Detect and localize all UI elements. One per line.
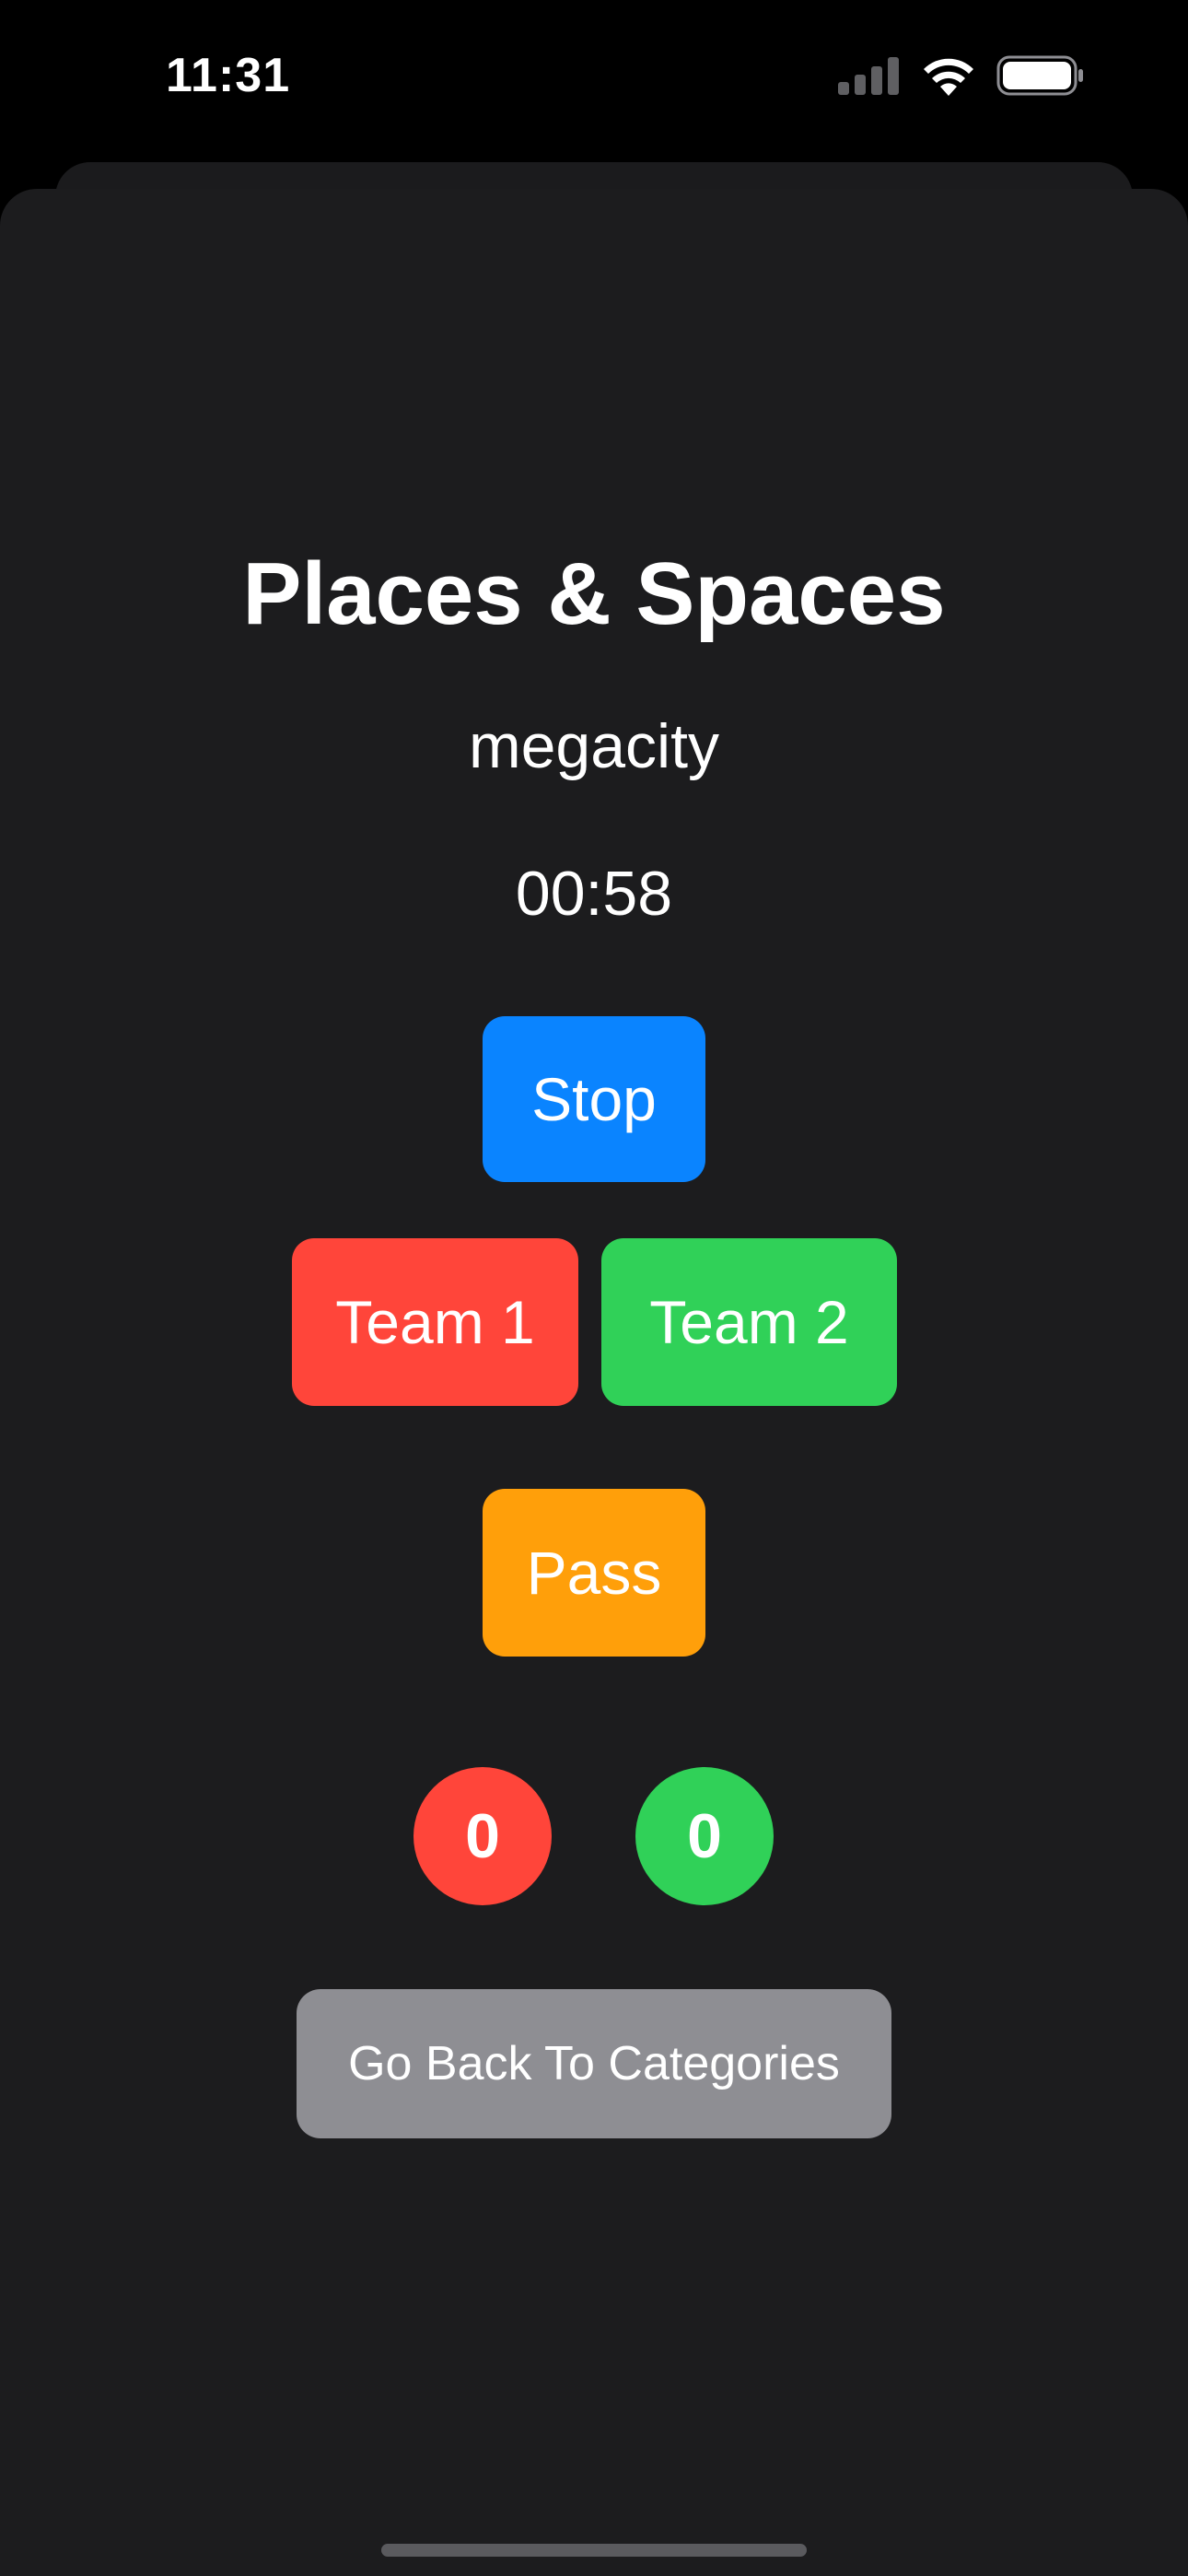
cellular-signal-icon: [838, 56, 901, 95]
team2-button[interactable]: Team 2: [601, 1238, 897, 1406]
pass-button[interactable]: Pass: [483, 1489, 705, 1657]
pass-button-label: Pass: [526, 1539, 662, 1607]
team2-button-label: Team 2: [649, 1288, 849, 1356]
stop-button-label: Stop: [531, 1065, 657, 1133]
countdown-timer: 00:58: [515, 859, 673, 929]
category-title: Places & Spaces: [242, 544, 946, 643]
team1-score-badge: 0: [413, 1767, 552, 1905]
battery-icon: [996, 55, 1085, 96]
status-icons: [838, 55, 1085, 96]
stop-button[interactable]: Stop: [483, 1016, 705, 1182]
status-time: 11:31: [166, 49, 291, 102]
wifi-icon: [921, 55, 976, 96]
back-to-categories-button[interactable]: Go Back To Categories: [297, 1989, 891, 2138]
team1-button[interactable]: Team 1: [292, 1238, 578, 1406]
team2-score: 0: [687, 1801, 722, 1871]
team1-button-label: Team 1: [335, 1288, 535, 1356]
current-word: megacity: [468, 711, 720, 781]
team1-score: 0: [465, 1801, 500, 1871]
home-indicator[interactable]: [381, 2544, 807, 2557]
back-to-categories-label: Go Back To Categories: [348, 2037, 840, 2090]
status-bar: 11:31: [0, 0, 1188, 161]
team2-score-badge: 0: [635, 1767, 774, 1905]
